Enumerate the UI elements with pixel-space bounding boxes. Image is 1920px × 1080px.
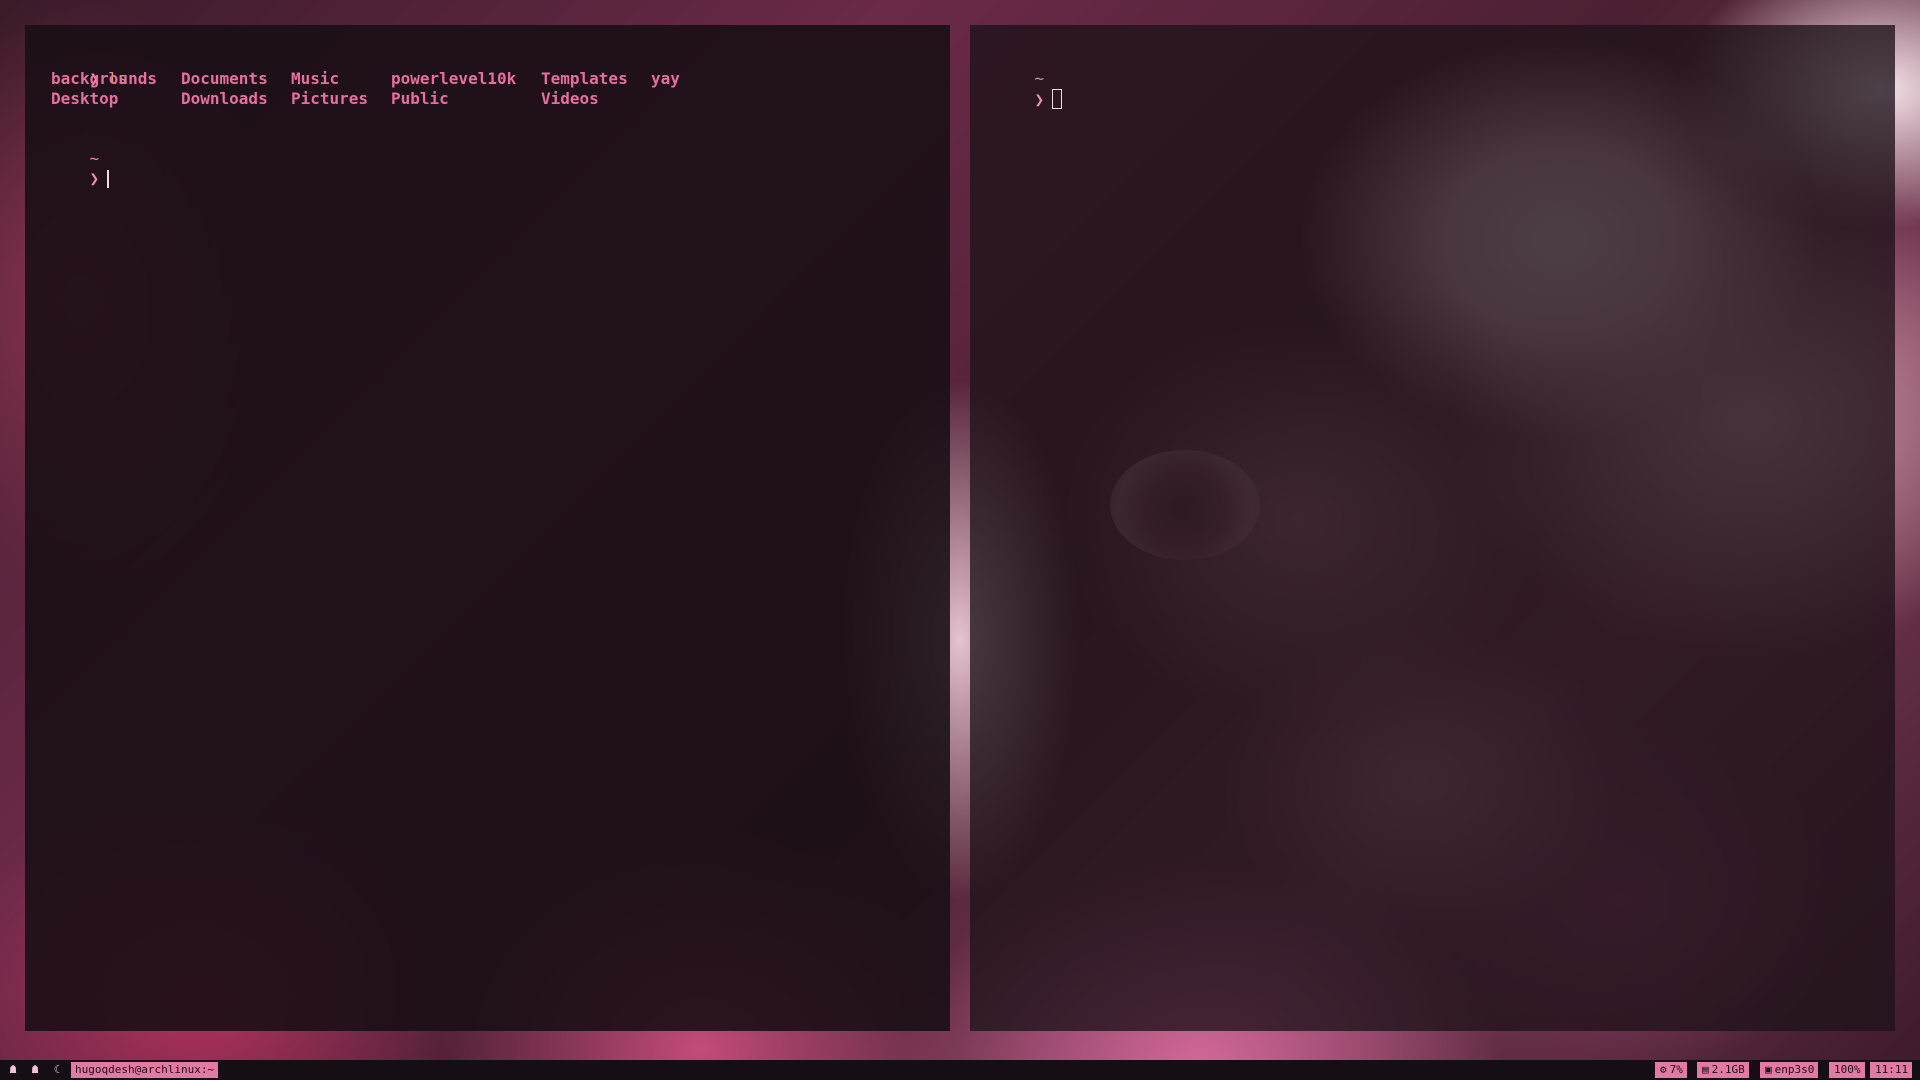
- moon-icon[interactable]: ☾: [51, 1064, 63, 1076]
- window-title: hugoqdesh@archlinux:~: [71, 1062, 219, 1078]
- status-bar: ☗ ☗ ☾ hugoqdesh@archlinux:~ ⚙ 7% ▤ 2.1GB ▣…: [0, 1060, 1920, 1080]
- ls-output-row-2: Desktop Downloads Pictures Public Videos: [51, 89, 924, 109]
- network-icon: ▣: [1765, 1063, 1772, 1076]
- ghost-icon[interactable]: ☗: [29, 1064, 41, 1076]
- network-widget[interactable]: ▣ enp3s0: [1760, 1062, 1819, 1078]
- dir-entry: powerlevel10k: [391, 69, 517, 88]
- dir-entry: Music: [291, 69, 340, 88]
- memory-icon: ▤: [1702, 1063, 1709, 1076]
- dir-entry: Videos: [541, 89, 599, 108]
- prompt-symbol: ❯: [1034, 90, 1045, 109]
- cpu-widget[interactable]: ⚙ 7%: [1655, 1062, 1687, 1078]
- ls-output-row-1: backgrounds Documents Music powerlevel10…: [51, 69, 924, 89]
- dir-entry: backgrounds: [51, 69, 157, 88]
- network-value: enp3s0: [1774, 1063, 1815, 1076]
- dir-entry: yay: [651, 69, 680, 88]
- cpu-icon: ⚙: [1660, 1063, 1667, 1076]
- memory-widget[interactable]: ▤ 2.1GB: [1697, 1062, 1749, 1078]
- input-line[interactable]: ❯: [996, 69, 1869, 109]
- terminal-right[interactable]: ~ ❯: [970, 25, 1895, 1031]
- prompt-symbol: ❯: [89, 169, 100, 188]
- ghost-icon[interactable]: ☗: [7, 1064, 19, 1076]
- text-cursor: [107, 170, 110, 188]
- clock-widget[interactable]: 11:11: [1870, 1062, 1913, 1078]
- dir-entry: Documents: [181, 69, 268, 88]
- clock-value: 11:11: [1875, 1063, 1909, 1076]
- dir-entry: Desktop: [51, 89, 119, 108]
- block-cursor: [1052, 89, 1063, 109]
- dir-entry: Templates: [541, 69, 628, 88]
- dir-entry: Public: [391, 89, 449, 108]
- volume-value: 100%: [1834, 1063, 1861, 1076]
- memory-value: 2.1GB: [1711, 1063, 1745, 1076]
- input-line[interactable]: ❯: [51, 149, 924, 188]
- cwd-line: ~: [51, 129, 924, 168]
- cwd-line: ~: [996, 49, 1869, 88]
- cpu-value: 7%: [1669, 1063, 1683, 1076]
- command-line: ❯ ls: [51, 49, 924, 88]
- dir-entry: Downloads: [181, 89, 268, 108]
- volume-widget[interactable]: 100%: [1829, 1062, 1865, 1078]
- terminal-left[interactable]: ❯ ls backgrounds Documents Music powerlev…: [25, 25, 950, 1031]
- dir-entry: Pictures: [291, 89, 369, 108]
